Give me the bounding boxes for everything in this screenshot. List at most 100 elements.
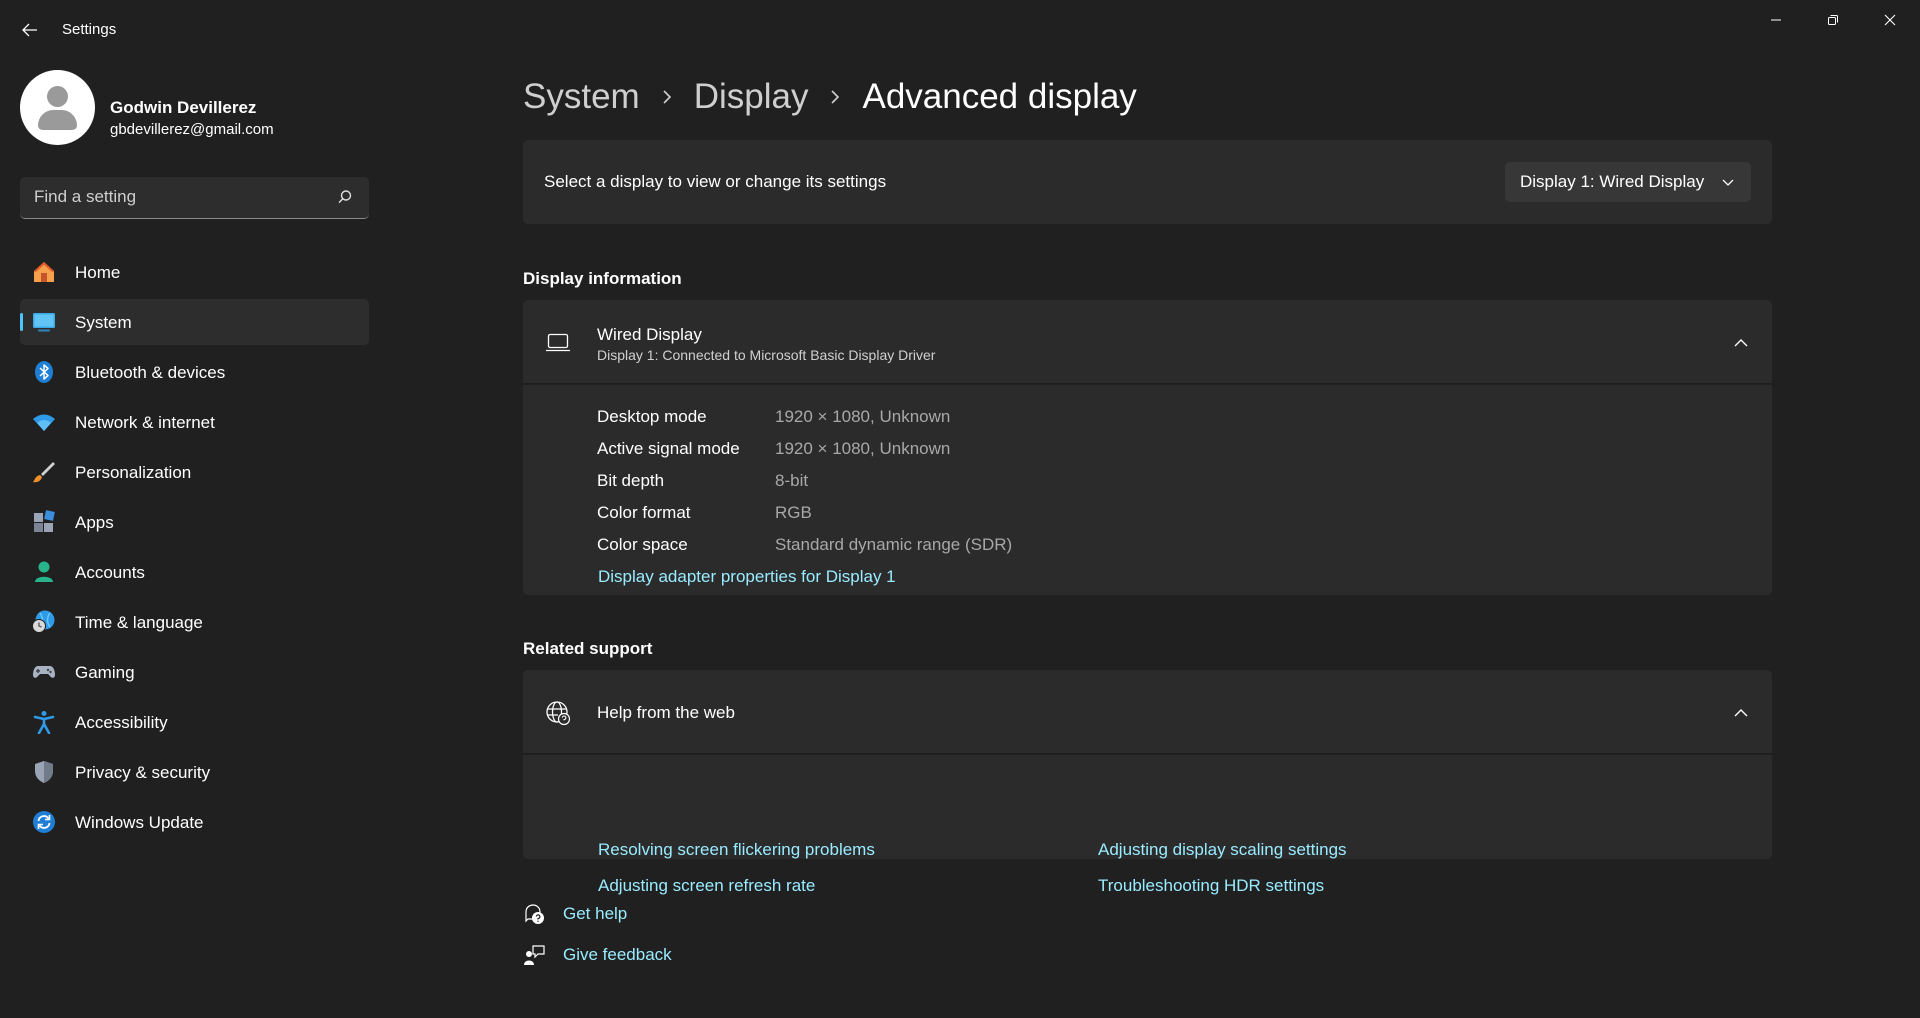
chevron-right-icon bbox=[822, 82, 848, 112]
sidebar-item-privacy[interactable]: Privacy & security bbox=[20, 749, 369, 795]
globe-clock-icon bbox=[32, 610, 55, 633]
home-icon bbox=[34, 262, 54, 282]
restore-icon bbox=[1828, 15, 1838, 25]
display-select-value: Display 1: Wired Display bbox=[1520, 172, 1705, 191]
sidebar-item-label: System bbox=[75, 313, 132, 332]
profile-name: Godwin Devillerez bbox=[110, 98, 257, 117]
close-icon bbox=[1884, 14, 1896, 26]
apps-icon bbox=[34, 510, 55, 532]
sidebar-item-label: Time & language bbox=[75, 613, 203, 632]
chevron-up-icon[interactable] bbox=[1733, 335, 1749, 351]
help-links-panel: Resolving screen flickering problems Adj… bbox=[523, 755, 1772, 895]
help-link-refresh-rate[interactable]: Adjusting screen refresh rate bbox=[598, 876, 815, 896]
help-link-hdr-settings[interactable]: Troubleshooting HDR settings bbox=[1098, 876, 1324, 896]
sidebar-item-network[interactable]: Network & internet bbox=[20, 399, 369, 445]
breadcrumb: System Display Advanced display bbox=[523, 72, 1137, 122]
person-icon bbox=[35, 561, 53, 582]
restore-button[interactable] bbox=[1805, 0, 1861, 40]
display-selector-card: Select a display to view or change its s… bbox=[523, 140, 1772, 224]
sidebar-item-label: Privacy & security bbox=[75, 763, 211, 782]
minimize-button[interactable] bbox=[1748, 0, 1804, 40]
info-value: RGB bbox=[775, 503, 812, 522]
chevron-right-icon bbox=[654, 82, 680, 112]
search-box bbox=[20, 177, 369, 219]
display-connection-info: Display 1: Connected to Microsoft Basic … bbox=[597, 347, 936, 363]
sidebar-item-personalization[interactable]: Personalization bbox=[20, 449, 369, 495]
display-selector-label: Select a display to view or change its s… bbox=[544, 172, 887, 191]
sidebar-item-label: Accounts bbox=[75, 563, 145, 582]
sidebar-item-gaming[interactable]: Gaming bbox=[20, 649, 369, 695]
sidebar-item-label: Personalization bbox=[75, 463, 192, 482]
feedback-icon bbox=[524, 945, 545, 965]
display-adapter-properties-link[interactable]: Display adapter properties for Display 1 bbox=[598, 567, 896, 587]
sidebar-item-label: Gaming bbox=[75, 663, 135, 682]
info-key: Desktop mode bbox=[597, 407, 707, 426]
main-content: System Display Advanced display Select a… bbox=[523, 60, 1773, 1018]
display-info-details: Desktop mode 1920 × 1080, Unknown Active… bbox=[523, 385, 1772, 595]
get-help-link[interactable]: Get help bbox=[563, 904, 627, 924]
chevron-up-icon[interactable] bbox=[1733, 705, 1749, 721]
profile-email: gbdevillerez@gmail.com bbox=[110, 121, 274, 138]
search-input[interactable] bbox=[20, 177, 320, 217]
help-from-web-title: Help from the web bbox=[597, 703, 735, 722]
display-name: Wired Display bbox=[597, 325, 702, 344]
breadcrumb-display[interactable]: Display bbox=[694, 77, 809, 117]
sidebar-item-label: Windows Update bbox=[75, 813, 204, 832]
avatar bbox=[20, 70, 95, 145]
help-link-display-scaling[interactable]: Adjusting display scaling settings bbox=[1098, 840, 1347, 860]
sidebar-item-label: Apps bbox=[75, 513, 114, 532]
back-arrow-icon bbox=[22, 23, 37, 37]
sidebar-item-label: Bluetooth & devices bbox=[75, 363, 226, 382]
info-value: 8-bit bbox=[775, 471, 809, 490]
laptop-icon bbox=[546, 333, 570, 352]
info-value: Standard dynamic range (SDR) bbox=[775, 535, 1013, 554]
update-icon bbox=[33, 811, 55, 833]
help-from-web-expander[interactable]: Help from the web bbox=[523, 670, 1772, 754]
sidebar: Godwin Devillerez gbdevillerez@gmail.com… bbox=[0, 60, 380, 1018]
sidebar-item-home[interactable]: Home bbox=[20, 249, 369, 295]
chevron-down-icon bbox=[1722, 179, 1734, 186]
wifi-icon bbox=[33, 414, 55, 431]
sidebar-item-apps[interactable]: Apps bbox=[20, 499, 369, 545]
minimize-icon bbox=[1771, 19, 1781, 21]
related-support-heading: Related support bbox=[523, 639, 653, 658]
close-button[interactable] bbox=[1862, 0, 1918, 40]
info-value: 1920 × 1080, Unknown bbox=[775, 407, 951, 426]
display-information-heading: Display information bbox=[523, 269, 682, 288]
sidebar-item-label: Network & internet bbox=[75, 413, 215, 432]
sidebar-item-bluetooth[interactable]: Bluetooth & devices bbox=[20, 349, 369, 395]
breadcrumb-system[interactable]: System bbox=[523, 77, 640, 117]
info-value: 1920 × 1080, Unknown bbox=[775, 439, 951, 458]
system-icon bbox=[33, 313, 55, 332]
accessibility-icon bbox=[33, 711, 55, 734]
shield-icon bbox=[35, 761, 53, 783]
help-link-screen-flickering[interactable]: Resolving screen flickering problems bbox=[598, 840, 875, 860]
display-info-expander[interactable]: Wired Display Display 1: Connected to Mi… bbox=[523, 300, 1772, 384]
title-bar: Settings bbox=[0, 0, 1920, 60]
info-key: Color format bbox=[597, 503, 691, 522]
sidebar-item-label: Home bbox=[75, 263, 121, 282]
sidebar-item-system[interactable]: System bbox=[20, 299, 369, 345]
active-indicator bbox=[20, 313, 23, 331]
display-select-dropdown[interactable]: Display 1: Wired Display bbox=[1505, 162, 1751, 202]
user-profile[interactable]: Godwin Devillerez gbdevillerez@gmail.com bbox=[20, 70, 380, 146]
info-key: Active signal mode bbox=[597, 439, 740, 458]
info-key: Color space bbox=[597, 535, 688, 554]
search-icon[interactable] bbox=[336, 188, 354, 206]
gamepad-icon bbox=[33, 666, 55, 678]
get-help-icon bbox=[525, 904, 544, 924]
sidebar-nav: Home System Bluetooth & devices Network bbox=[20, 249, 369, 849]
info-key: Bit depth bbox=[597, 471, 665, 490]
page-title: Advanced display bbox=[862, 77, 1137, 116]
give-feedback-link[interactable]: Give feedback bbox=[563, 945, 672, 965]
sidebar-item-label: Accessibility bbox=[75, 713, 168, 732]
sidebar-item-accounts[interactable]: Accounts bbox=[20, 549, 369, 595]
globe-help-icon bbox=[546, 701, 571, 726]
brush-icon bbox=[33, 462, 55, 483]
sidebar-item-accessibility[interactable]: Accessibility bbox=[20, 699, 369, 745]
sidebar-item-windows-update[interactable]: Windows Update bbox=[20, 799, 369, 845]
back-button[interactable] bbox=[14, 16, 46, 44]
bluetooth-icon bbox=[35, 361, 53, 383]
sidebar-item-time-language[interactable]: Time & language bbox=[20, 599, 369, 645]
app-title: Settings bbox=[62, 21, 117, 38]
